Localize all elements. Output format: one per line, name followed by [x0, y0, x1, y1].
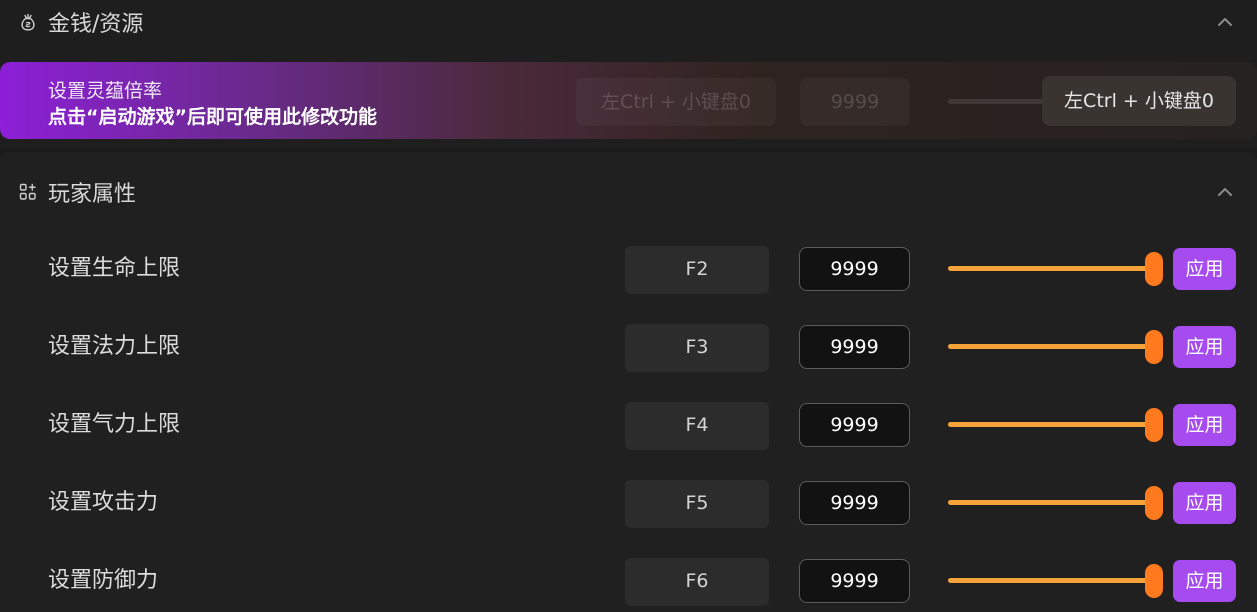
slider-fill — [948, 500, 1154, 505]
value-slider[interactable] — [948, 408, 1166, 442]
attribute-label: 设置攻击力 — [48, 490, 159, 515]
chevron-up-icon[interactable] — [1214, 181, 1236, 203]
value-input[interactable] — [799, 325, 910, 369]
money-section: 金钱/资源 设置灵蕴倍率 点击“启动游戏”后即可使用此修改功能 左Ctrl + … — [0, 0, 1257, 148]
attribute-label: 设置法力上限 — [48, 334, 181, 359]
multiplier-banner: 设置灵蕴倍率 点击“启动游戏”后即可使用此修改功能 左Ctrl + 小键盘0 9… — [0, 62, 1257, 139]
hotkey-box[interactable]: F5 — [625, 480, 769, 528]
attribute-label: 设置生命上限 — [48, 256, 181, 281]
attributes-grid-icon — [19, 183, 36, 200]
slider-thumb[interactable] — [1145, 408, 1163, 442]
hotkey-box[interactable]: F2 — [625, 246, 769, 294]
multiplier-label: 设置灵蕴倍率 — [48, 80, 163, 102]
hotkey-box[interactable]: F6 — [625, 558, 769, 606]
player-section-header[interactable]: 玩家属性 — [0, 152, 1257, 230]
value-input[interactable] — [799, 559, 910, 603]
money-section-title: 金钱/资源 — [48, 12, 144, 37]
apply-button[interactable]: 应用 — [1173, 404, 1236, 446]
attribute-row-max-health: 设置生命上限 F2 应用 — [0, 230, 1257, 308]
value-input[interactable] — [799, 481, 910, 525]
slider-fill — [948, 422, 1154, 427]
attribute-row-max-stamina: 设置气力上限 F4 应用 — [0, 386, 1257, 464]
value-slider[interactable] — [948, 564, 1166, 598]
cheat-panel: 金钱/资源 设置灵蕴倍率 点击“启动游戏”后即可使用此修改功能 左Ctrl + … — [0, 0, 1257, 612]
value-slider[interactable] — [948, 252, 1166, 286]
slider-fill — [948, 344, 1154, 349]
slider-fill — [948, 266, 1154, 271]
attribute-row-max-mana: 设置法力上限 F3 应用 — [0, 308, 1257, 386]
apply-button[interactable]: 应用 — [1173, 248, 1236, 290]
launch-game-notice: 点击“启动游戏”后即可使用此修改功能 — [48, 106, 377, 128]
disabled-value-input: 9999 — [800, 78, 910, 126]
value-input[interactable] — [799, 403, 910, 447]
attribute-row-defense: 设置防御力 F6 应用 — [0, 542, 1257, 612]
slider-thumb[interactable] — [1145, 486, 1163, 520]
value-slider[interactable] — [948, 330, 1166, 364]
slider-thumb[interactable] — [1145, 564, 1163, 598]
value-slider[interactable] — [948, 486, 1166, 520]
apply-button[interactable]: 应用 — [1173, 326, 1236, 368]
disabled-slider — [948, 99, 1048, 104]
slider-thumb[interactable] — [1145, 252, 1163, 286]
slider-fill — [948, 578, 1154, 583]
slider-thumb[interactable] — [1145, 330, 1163, 364]
attribute-label: 设置气力上限 — [48, 412, 181, 437]
player-attributes-section: 玩家属性 设置生命上限 F2 应用 设置法力上限 F3 — [0, 152, 1257, 612]
attribute-label: 设置防御力 — [48, 568, 159, 593]
attribute-row-attack: 设置攻击力 F5 应用 — [0, 464, 1257, 542]
hotkey-box[interactable]: F3 — [625, 324, 769, 372]
hotkey-box[interactable]: F4 — [625, 402, 769, 450]
apply-button[interactable]: 应用 — [1173, 560, 1236, 602]
apply-button[interactable]: 应用 — [1173, 482, 1236, 524]
chevron-up-icon[interactable] — [1214, 11, 1236, 33]
money-section-header[interactable]: 金钱/资源 — [0, 0, 1257, 44]
money-bag-icon — [21, 13, 35, 31]
disabled-hotkey-box: 左Ctrl + 小键盘0 — [576, 78, 776, 126]
value-input[interactable] — [799, 247, 910, 291]
multiplier-hotkey[interactable]: 左Ctrl + 小键盘0 — [1042, 76, 1236, 126]
player-section-title: 玩家属性 — [48, 182, 137, 207]
